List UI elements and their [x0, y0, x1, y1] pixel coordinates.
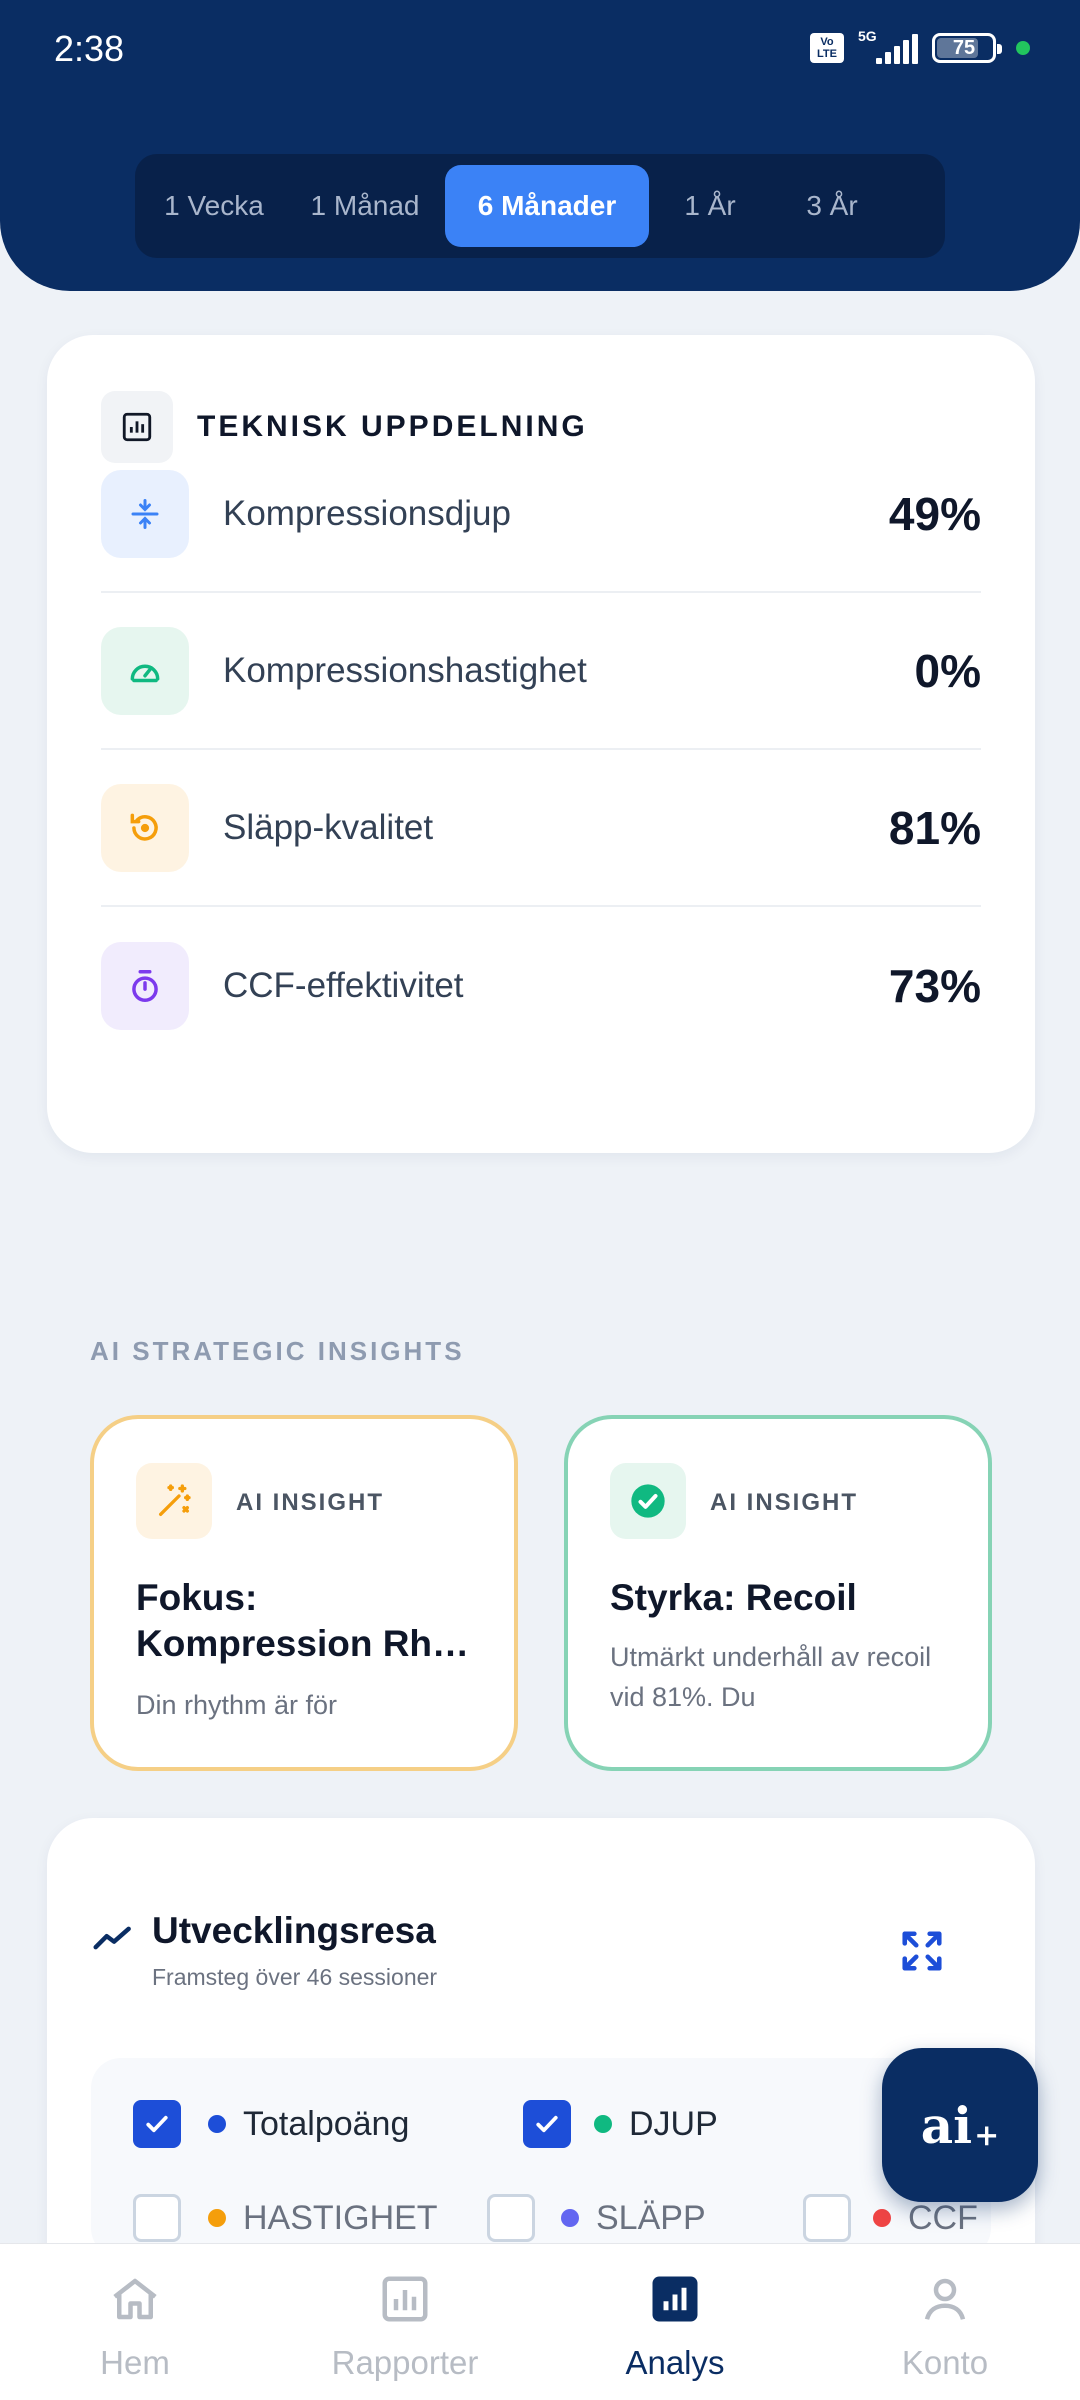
metric-label: Släpp-kvalitet — [223, 807, 434, 847]
metric-label: Kompressionshastighet — [223, 650, 587, 690]
timer-icon — [101, 941, 189, 1030]
insight-title: Styrka: Recoil — [610, 1577, 857, 1618]
metric-value: 0% — [914, 644, 981, 697]
reports-icon — [382, 2276, 428, 2322]
recoil-icon — [101, 783, 189, 872]
series-legend: Totalpoäng DJUP HASTIGHET SLÄPP CCF — [91, 2058, 991, 2258]
trend-icon — [93, 1926, 131, 1950]
privacy-indicator — [1016, 41, 1030, 55]
expand-icon[interactable] — [899, 1928, 945, 1974]
home-icon — [113, 2278, 157, 2320]
tab-1-ar[interactable]: 1 År — [649, 165, 771, 247]
metric-row-speed: Kompressionshastighet 0% — [101, 593, 981, 750]
nav-label: Analys — [625, 2344, 725, 2381]
checkbox-djup[interactable] — [523, 2100, 571, 2148]
legend-label: CCF — [908, 2199, 978, 2237]
speedometer-icon — [101, 626, 189, 715]
insight-description: Utmärkt underhåll av recoil vid 81%. Du — [610, 1642, 932, 1712]
nav-item-rapporter[interactable]: Rapporter — [270, 2244, 540, 2400]
legend-label: SLÄPP — [596, 2199, 706, 2237]
legend-dot — [208, 2209, 226, 2227]
insight-tag: AI INSIGHT — [710, 1489, 859, 1516]
checkbox-slapp[interactable] — [487, 2194, 535, 2242]
legend-dot — [561, 2209, 579, 2227]
metric-label: Kompressionsdjup — [223, 493, 511, 533]
signal-icon: 5G — [858, 28, 918, 64]
status-time: 2:38 — [54, 28, 125, 69]
insight-title: Fokus: Kompression Rhythm — [136, 1577, 486, 1664]
legend-label: Totalpoäng — [243, 2105, 410, 2143]
time-range-selector: 1 Vecka 1 Månad 6 Månader 1 År 3 År — [135, 154, 945, 258]
metric-value: 81% — [888, 801, 981, 854]
metric-label: CCF-effektivitet — [223, 965, 464, 1005]
nav-item-analys[interactable]: Analys — [540, 2244, 810, 2400]
tab-3-ar[interactable]: 3 År — [771, 165, 893, 247]
insights-section-label: AI STRATEGIC INSIGHTS — [90, 1336, 465, 1366]
metric-value: 49% — [888, 487, 981, 540]
legend-dot — [873, 2209, 891, 2227]
nav-label: Konto — [901, 2344, 989, 2381]
ai-assistant-button[interactable]: ai + — [882, 2048, 1038, 2202]
insight-description: Din rhythm är för — [136, 1690, 338, 1720]
legend-label: DJUP — [629, 2105, 718, 2143]
nav-label: Hem — [100, 2344, 170, 2381]
tab-6-manader[interactable]: 6 Månader — [445, 165, 649, 247]
nav-item-hem[interactable]: Hem — [0, 2244, 270, 2400]
account-icon — [924, 2278, 966, 2320]
legend-dot — [594, 2115, 612, 2133]
volte-icon: Vo LTE — [810, 33, 844, 63]
bottom-navigation: Hem Rapporter Analys Konto — [0, 2243, 1080, 2400]
analytics-icon — [652, 2276, 698, 2322]
insight-tag: AI INSIGHT — [236, 1489, 385, 1516]
magic-wand-icon — [136, 1463, 212, 1539]
checkbox-totalpoang[interactable] — [133, 2100, 181, 2148]
metric-row-recoil: Släpp-kvalitet 81% — [101, 750, 981, 907]
battery-level: 75 — [952, 36, 976, 59]
battery-icon: 75 — [932, 33, 1002, 63]
nav-label: Rapporter — [331, 2344, 479, 2381]
status-icons: Vo LTE 5G 75 — [810, 28, 1030, 64]
compress-icon — [101, 469, 189, 558]
legend-dot — [208, 2115, 226, 2133]
check-circle-icon — [610, 1463, 686, 1539]
insight-card-strength[interactable]: AI INSIGHT Styrka: Recoil Utmärkt underh… — [564, 1415, 992, 1771]
journey-title: Utvecklingsresa — [152, 1910, 436, 1951]
technical-breakdown-card: TEKNISK UPPDELNING Kompressionsdjup 49% … — [47, 335, 1035, 1153]
insight-card-focus[interactable]: AI INSIGHT Fokus: Kompression Rhythm Din… — [90, 1415, 518, 1771]
status-bar: 2:38 Vo LTE 5G 75 — [0, 0, 1080, 100]
metric-row-ccf: CCF-effektivitet 73% — [101, 907, 981, 1064]
metric-value: 73% — [888, 959, 981, 1012]
checkbox-hastighet[interactable] — [133, 2194, 181, 2242]
checkbox-ccf[interactable] — [803, 2194, 851, 2242]
tab-1-manad[interactable]: 1 Månad — [285, 165, 445, 247]
nav-item-konto[interactable]: Konto — [810, 2244, 1080, 2400]
metric-row-depth: Kompressionsdjup 49% — [101, 436, 981, 593]
legend-label: HASTIGHET — [243, 2199, 438, 2237]
tab-1-vecka[interactable]: 1 Vecka — [143, 165, 285, 247]
journey-subtitle: Framsteg över 46 sessioner — [152, 1964, 438, 1990]
